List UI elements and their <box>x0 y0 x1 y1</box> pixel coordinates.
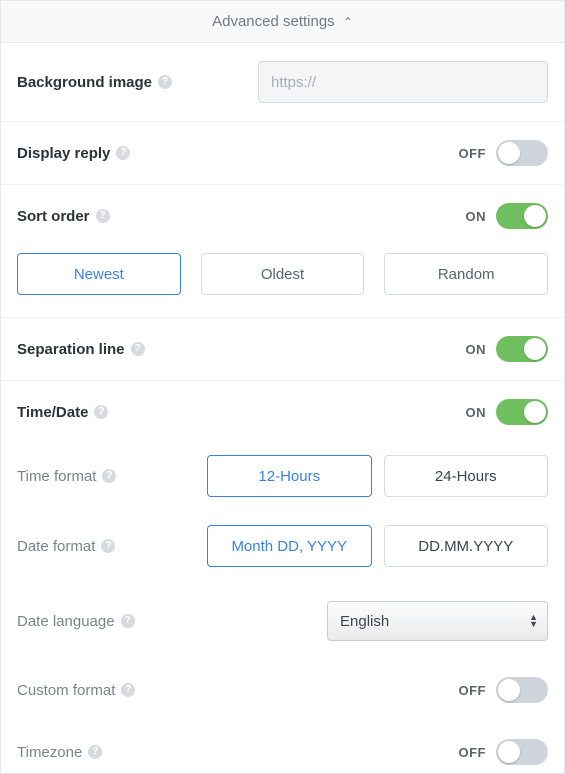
label-text: Separation line <box>17 341 125 358</box>
row-background-image: Background image ? <box>1 43 564 122</box>
label-date-language: Date language ? <box>17 613 327 630</box>
help-icon[interactable]: ? <box>88 745 102 759</box>
toggle-display-reply[interactable] <box>496 140 548 166</box>
toggle-state-label: ON <box>466 209 487 224</box>
help-icon[interactable]: ? <box>121 683 135 697</box>
toggle-state-label: ON <box>466 342 487 357</box>
background-image-input[interactable] <box>258 61 548 103</box>
label-text: Display reply <box>17 145 110 162</box>
row-custom-format: Custom format ? OFF <box>1 659 564 721</box>
help-icon[interactable]: ? <box>131 342 145 356</box>
date-language-select-wrap: English ▲▼ <box>327 601 548 641</box>
label-background-image: Background image ? <box>17 74 172 91</box>
toggle-timezone-wrap: OFF <box>459 739 549 765</box>
date-language-select[interactable]: English <box>327 601 548 641</box>
option-label: Newest <box>74 266 124 283</box>
date-format-dmy[interactable]: DD.MM.YYYY <box>384 525 549 567</box>
label-sort-order: Sort order ? <box>17 208 110 225</box>
row-date-language: Date language ? English ▲▼ <box>1 585 564 659</box>
label-text: Custom format <box>17 682 115 699</box>
sort-order-options: Newest Oldest Random <box>1 239 564 318</box>
help-icon[interactable]: ? <box>102 469 116 483</box>
advanced-settings-header[interactable]: Advanced settings ⌃ <box>1 1 564 43</box>
date-format-mdy[interactable]: Month DD, YYYY <box>207 525 372 567</box>
row-sort-order: Sort order ? ON <box>1 185 564 239</box>
option-label: Oldest <box>261 266 304 283</box>
toggle-separation-line[interactable] <box>496 336 548 362</box>
toggle-state-label: OFF <box>459 146 487 161</box>
toggle-separation-line-wrap: ON <box>466 336 549 362</box>
sort-option-oldest[interactable]: Oldest <box>201 253 365 295</box>
label-text: Sort order <box>17 208 90 225</box>
option-label: Random <box>438 266 495 283</box>
help-icon[interactable]: ? <box>116 146 130 160</box>
advanced-settings-panel: Advanced settings ⌃ Background image ? D… <box>0 0 565 774</box>
sort-option-newest[interactable]: Newest <box>17 253 181 295</box>
option-label: 12-Hours <box>258 468 320 485</box>
label-text: Time format <box>17 468 96 485</box>
row-date-format: Date format ? Month DD, YYYY DD.MM.YYYY <box>1 515 564 585</box>
header-title: Advanced settings <box>212 13 335 30</box>
toggle-display-reply-wrap: OFF <box>459 140 549 166</box>
option-label: 24-Hours <box>435 468 497 485</box>
sort-option-random[interactable]: Random <box>384 253 548 295</box>
help-icon[interactable]: ? <box>96 209 110 223</box>
label-text: Date language <box>17 613 115 630</box>
help-icon[interactable]: ? <box>94 405 108 419</box>
option-label: DD.MM.YYYY <box>418 538 513 555</box>
label-text: Date format <box>17 538 95 555</box>
label-custom-format: Custom format ? <box>17 682 207 699</box>
label-text: Background image <box>17 74 152 91</box>
help-icon[interactable]: ? <box>121 614 135 628</box>
row-time-format: Time format ? 12-Hours 24-Hours <box>1 445 564 515</box>
toggle-timezone[interactable] <box>496 739 548 765</box>
toggle-custom-format[interactable] <box>496 677 548 703</box>
row-timezone: Timezone ? OFF <box>1 721 564 773</box>
label-display-reply: Display reply ? <box>17 145 130 162</box>
option-label: Month DD, YYYY <box>231 538 347 555</box>
time-format-24h[interactable]: 24-Hours <box>384 455 549 497</box>
label-separation-line: Separation line ? <box>17 341 145 358</box>
time-format-12h[interactable]: 12-Hours <box>207 455 372 497</box>
toggle-sort-order[interactable] <box>496 203 548 229</box>
row-separation-line: Separation line ? ON <box>1 318 564 381</box>
label-date-format: Date format ? <box>17 538 207 555</box>
row-time-date: Time/Date ? ON <box>1 381 564 445</box>
toggle-sort-order-wrap: ON <box>466 203 549 229</box>
label-time-date: Time/Date ? <box>17 404 108 421</box>
help-icon[interactable]: ? <box>101 539 115 553</box>
toggle-time-date[interactable] <box>496 399 548 425</box>
toggle-state-label: ON <box>466 405 487 420</box>
toggle-state-label: OFF <box>459 683 487 698</box>
label-text: Time/Date <box>17 404 88 421</box>
toggle-custom-format-wrap: OFF <box>459 677 549 703</box>
help-icon[interactable]: ? <box>158 75 172 89</box>
toggle-state-label: OFF <box>459 745 487 760</box>
label-time-format: Time format ? <box>17 468 207 485</box>
chevron-up-icon: ⌃ <box>343 15 353 29</box>
row-display-reply: Display reply ? OFF <box>1 122 564 185</box>
toggle-time-date-wrap: ON <box>466 399 549 425</box>
